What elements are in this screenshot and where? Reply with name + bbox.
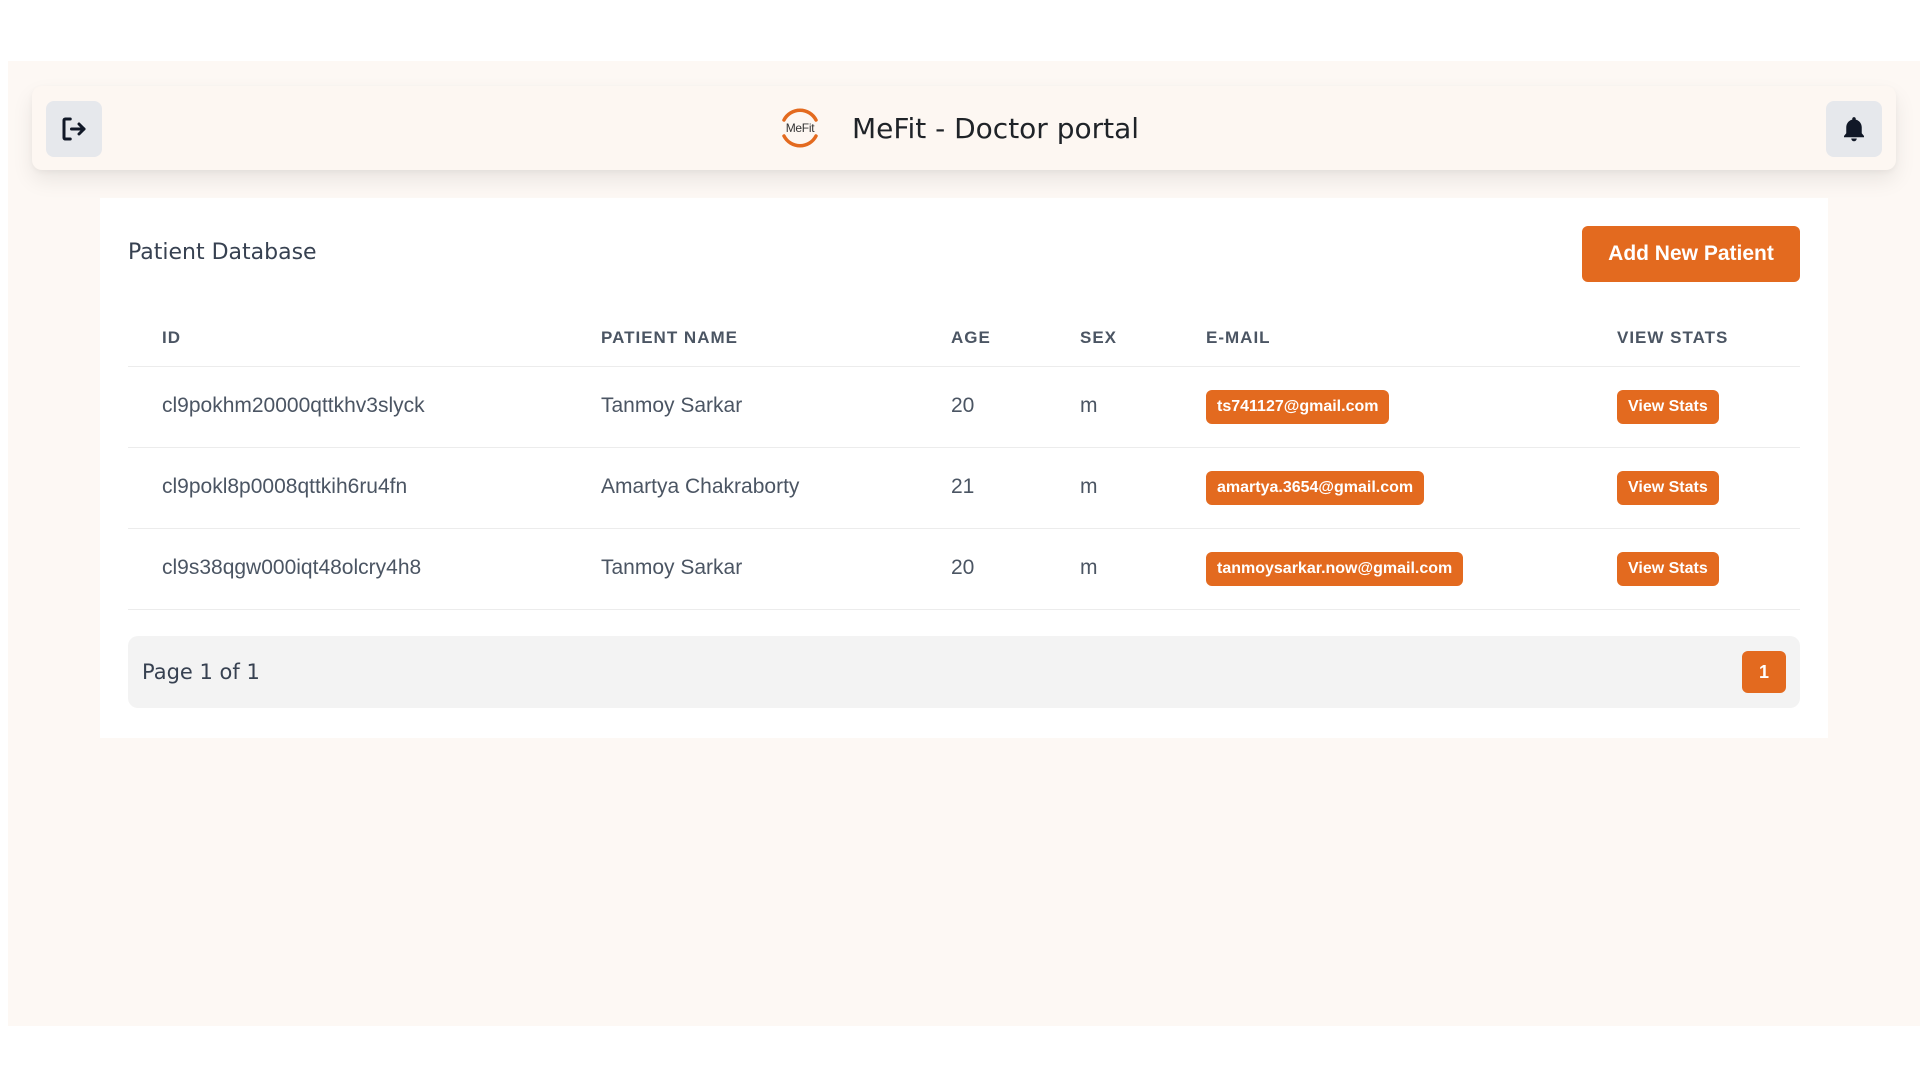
patient-email-badge[interactable]: amartya.3654@gmail.com bbox=[1206, 471, 1425, 505]
patient-email-badge[interactable]: ts741127@gmail.com bbox=[1206, 390, 1390, 424]
patient-age: 20 bbox=[951, 556, 975, 579]
column-header-view-stats: VIEW STATS bbox=[1617, 328, 1729, 347]
patient-id: cl9pokl8p0008qttkih6ru4fn bbox=[162, 475, 408, 498]
patient-sex: m bbox=[1080, 556, 1098, 579]
column-header-id: ID bbox=[162, 328, 181, 347]
patient-sex: m bbox=[1080, 475, 1098, 498]
table-header: ID PATIENT NAME AGE SEX E-MAIL VIEW STAT… bbox=[128, 308, 1800, 367]
patient-age: 21 bbox=[951, 475, 975, 498]
patient-name: Tanmoy Sarkar bbox=[601, 556, 743, 579]
page-title: Patient Database bbox=[128, 240, 317, 265]
patient-age: 20 bbox=[951, 394, 975, 417]
patient-name: Amartya Chakraborty bbox=[601, 475, 800, 498]
view-stats-button[interactable]: View Stats bbox=[1617, 390, 1719, 424]
table-row: cl9pokl8p0008qttkih6ru4fn Amartya Chakra… bbox=[128, 448, 1800, 529]
page-1-button[interactable]: 1 bbox=[1742, 651, 1786, 693]
patient-id: cl9s38qgw000iqt48olcry4h8 bbox=[162, 556, 422, 579]
column-header-patient-name: PATIENT NAME bbox=[601, 328, 738, 347]
bell-icon bbox=[1839, 114, 1869, 144]
logo-text: MeFit bbox=[785, 121, 815, 135]
add-new-patient-button[interactable]: Add New Patient bbox=[1582, 226, 1800, 282]
patient-id: cl9pokhm20000qttkhv3slyck bbox=[162, 394, 425, 417]
top-navigation-bar: MeFit MeFit - Doctor portal bbox=[32, 86, 1896, 170]
patient-email-badge[interactable]: tanmoysarkar.now@gmail.com bbox=[1206, 552, 1464, 586]
table-row: cl9s38qgw000iqt48olcry4h8 Tanmoy Sarkar … bbox=[128, 529, 1800, 610]
mefit-logo: MeFit bbox=[772, 100, 828, 156]
patient-sex: m bbox=[1080, 394, 1098, 417]
patient-database-card: Patient Database Add New Patient ID PATI… bbox=[100, 198, 1828, 738]
view-stats-button[interactable]: View Stats bbox=[1617, 471, 1719, 505]
notifications-button[interactable] bbox=[1826, 101, 1882, 157]
column-header-age: AGE bbox=[951, 328, 991, 347]
pagination-bar: Page 1 of 1 1 bbox=[128, 636, 1800, 708]
logout-icon bbox=[59, 114, 89, 144]
portal-title: MeFit - Doctor portal bbox=[852, 111, 1140, 145]
table-row: cl9pokhm20000qttkhv3slyck Tanmoy Sarkar … bbox=[128, 367, 1800, 448]
column-header-sex: SEX bbox=[1080, 328, 1118, 347]
patient-name: Tanmoy Sarkar bbox=[601, 394, 743, 417]
column-header-email: E-MAIL bbox=[1206, 328, 1271, 347]
logout-button[interactable] bbox=[46, 101, 102, 157]
brand: MeFit MeFit - Doctor portal bbox=[772, 96, 1139, 160]
app-frame: MeFit MeFit - Doctor portal Patient Data… bbox=[8, 61, 1920, 1026]
patients-table: ID PATIENT NAME AGE SEX E-MAIL VIEW STAT… bbox=[128, 308, 1800, 610]
page-indicator: Page 1 of 1 bbox=[142, 660, 260, 684]
view-stats-button[interactable]: View Stats bbox=[1617, 552, 1719, 586]
